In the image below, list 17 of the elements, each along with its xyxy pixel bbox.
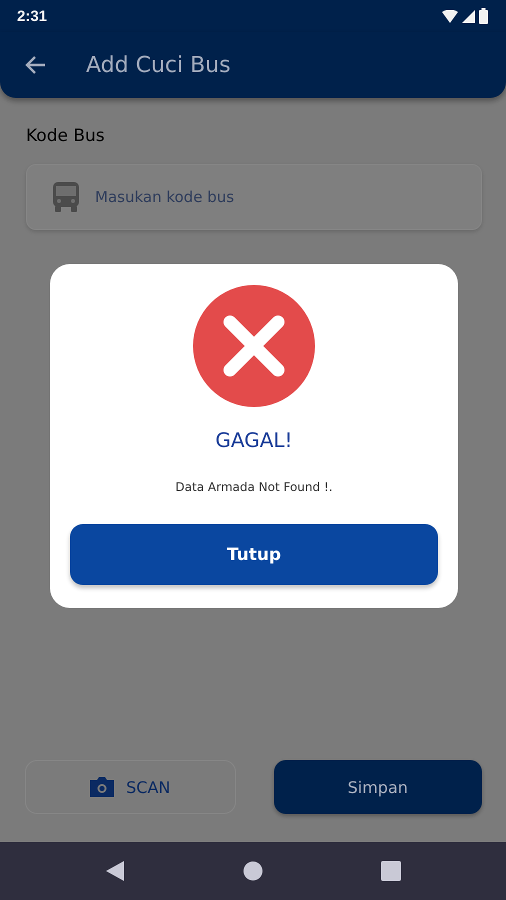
camera-icon [90,777,114,797]
screen-title: Add Cuci Bus [86,52,231,78]
home-nav-icon[interactable] [243,861,263,881]
back-icon[interactable] [24,55,46,75]
field-label: Kode Bus [26,126,105,146]
battery-icon [479,8,488,24]
bus-code-field[interactable]: Masukan kode bus [26,164,482,230]
save-button[interactable]: Simpan [274,760,482,814]
bus-icon [53,182,79,212]
close-button[interactable]: Tutup [70,524,438,585]
signal-icon [462,10,475,22]
dialog-message: Data Armada Not Found !. [175,480,333,494]
status-time: 2:31 [17,8,48,24]
error-icon [192,284,316,408]
back-nav-icon[interactable] [105,860,125,882]
dialog-title: GAGAL! [215,428,293,452]
wifi-icon [442,10,458,22]
